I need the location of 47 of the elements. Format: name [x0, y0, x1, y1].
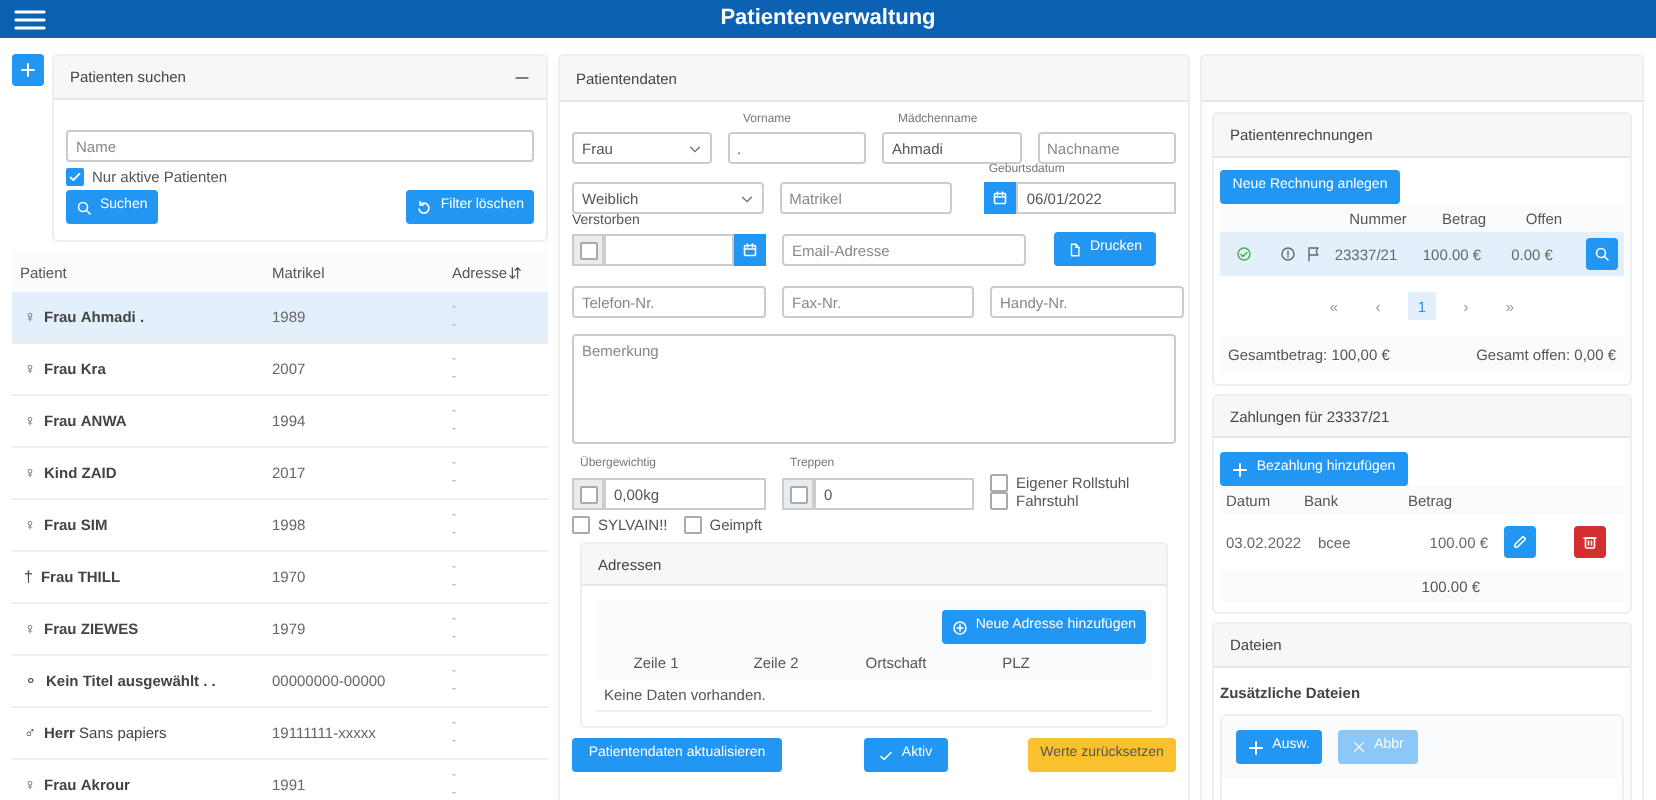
- checkbox[interactable]: [683, 516, 702, 534]
- calendar-icon: [992, 190, 1009, 206]
- input-field[interactable]: [604, 234, 734, 266]
- search-icon: [76, 199, 92, 215]
- calendar-button[interactable]: [984, 182, 1017, 214]
- flag-icon: [1306, 246, 1322, 262]
- gender-symbol: ♀: [24, 775, 36, 795]
- gender-symbol: †: [24, 567, 33, 587]
- calendar-icon: [742, 242, 758, 258]
- gender-symbol: ♀: [24, 515, 36, 535]
- delete-button[interactable]: [1574, 526, 1606, 558]
- check-icon: [68, 170, 82, 184]
- gender-symbol: ⚬: [24, 671, 38, 691]
- gender-symbol: ♀: [24, 619, 36, 639]
- search-icon: [1594, 246, 1610, 262]
- checkbox[interactable]: [572, 516, 590, 534]
- document-icon: [1067, 241, 1082, 257]
- app-title: Patientenverwaltung: [720, 5, 936, 33]
- menu-icon[interactable]: [14, 8, 46, 32]
- info-icon: [1280, 246, 1296, 262]
- gender-symbol: ♀: [24, 463, 36, 483]
- edit-button[interactable]: [1504, 526, 1536, 558]
- gender-symbol: ♀: [24, 359, 36, 379]
- plus-icon: [1232, 461, 1249, 477]
- add-button[interactable]: [12, 54, 44, 86]
- pencil-icon: [1512, 534, 1528, 550]
- plus-icon: [20, 62, 36, 78]
- trash-icon: [1582, 534, 1598, 550]
- checkbox[interactable]: [579, 485, 597, 503]
- sort-icon: [507, 265, 522, 279]
- checkbox[interactable]: [579, 241, 597, 259]
- close-icon: [1352, 740, 1367, 754]
- checkbox[interactable]: [990, 492, 1008, 510]
- checkbox[interactable]: [66, 168, 84, 186]
- plus-circle-icon: [951, 619, 968, 635]
- gender-symbol: ♀: [24, 411, 36, 431]
- chevron-down-icon: [739, 191, 754, 205]
- checkbox[interactable]: [789, 485, 807, 503]
- plus-icon: [1248, 739, 1265, 755]
- checkbox[interactable]: [990, 474, 1008, 492]
- chevron-down-icon: [687, 141, 701, 155]
- search-button[interactable]: [1586, 238, 1618, 270]
- calendar-button[interactable]: [734, 234, 766, 266]
- gender-symbol: ♀: [24, 307, 36, 327]
- gender-symbol: ♂: [24, 723, 36, 743]
- refresh-icon: [416, 199, 433, 215]
- check-icon: [877, 747, 894, 763]
